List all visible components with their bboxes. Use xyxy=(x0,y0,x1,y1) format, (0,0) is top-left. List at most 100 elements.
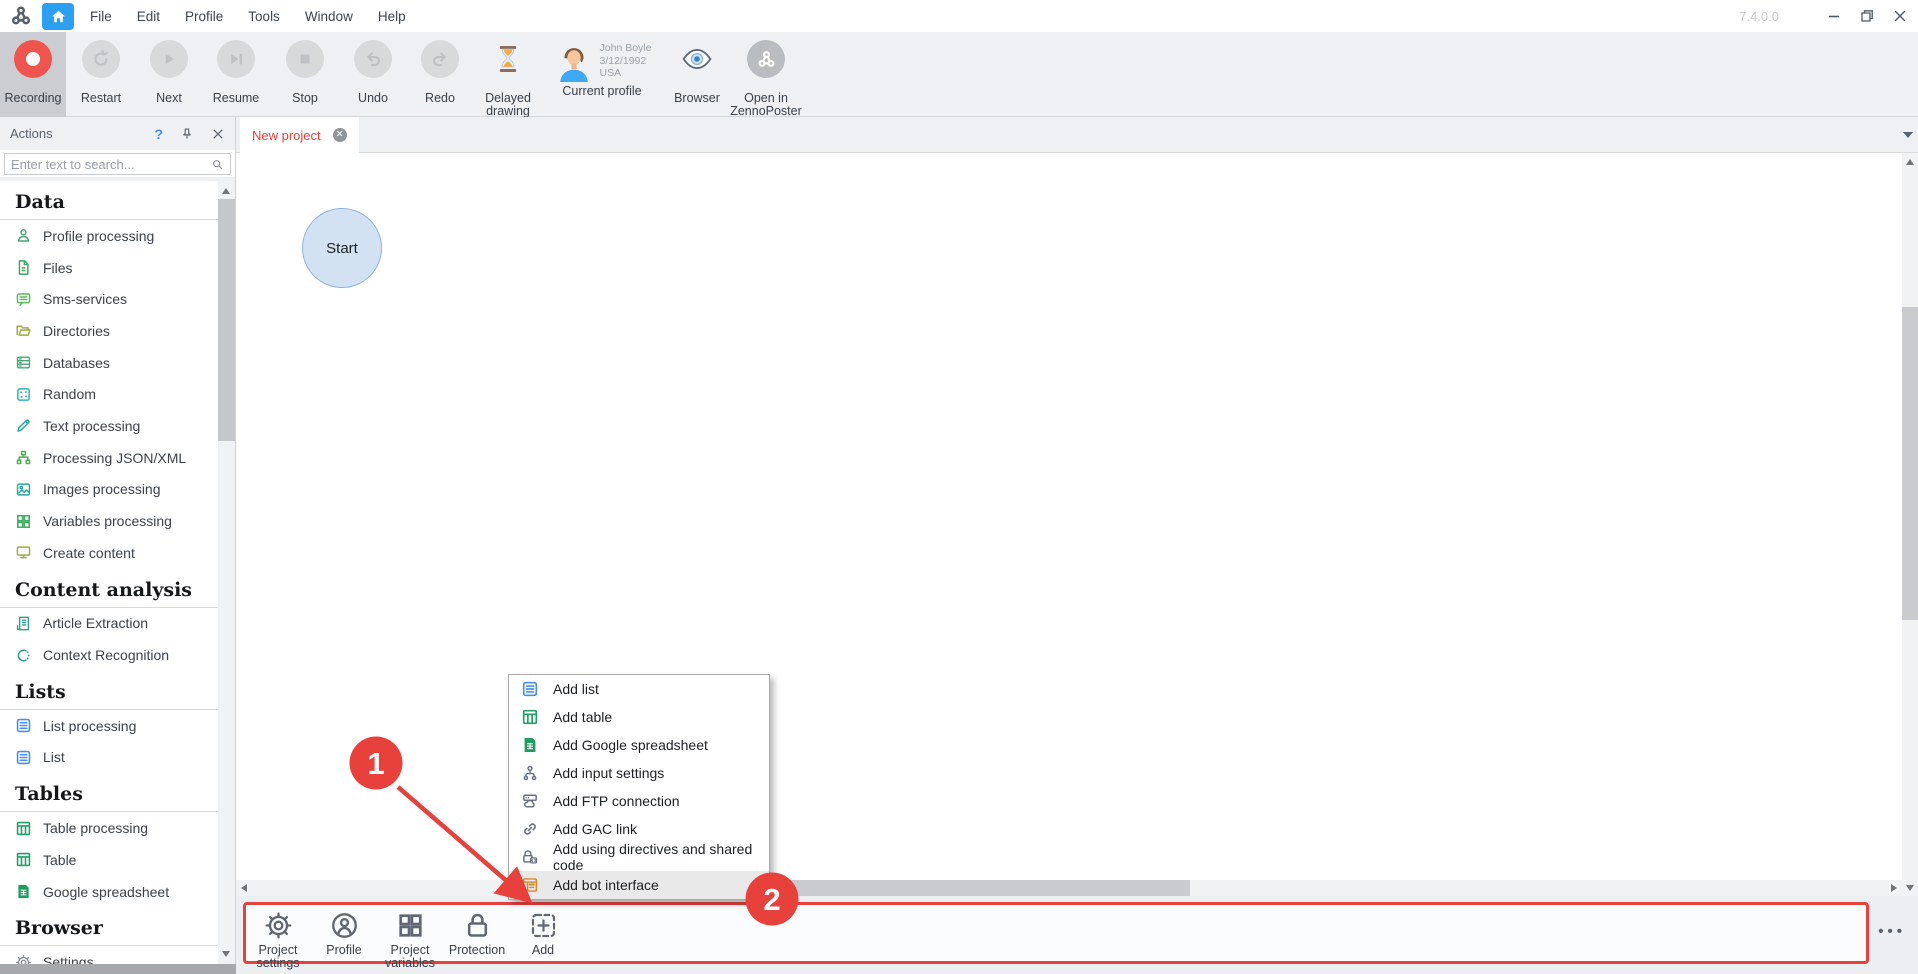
scroll-up-icon[interactable] xyxy=(222,188,230,194)
action-item-context-recognition[interactable]: Context Recognition xyxy=(0,639,218,671)
menu-window[interactable]: Window xyxy=(305,9,353,24)
help-icon[interactable]: ? xyxy=(154,126,163,142)
menu-file[interactable]: File xyxy=(90,9,112,24)
scrollbar-thumb[interactable] xyxy=(772,880,1190,896)
redo-button[interactable]: Redo xyxy=(407,32,473,117)
start-node[interactable]: Start xyxy=(302,208,382,288)
more-options-icon[interactable]: ••• xyxy=(1878,923,1906,940)
action-item-create-content[interactable]: Create content xyxy=(0,537,218,569)
bot-interface-icon xyxy=(521,876,539,894)
action-item-label: Text processing xyxy=(43,418,140,434)
horizontal-scrollbar[interactable] xyxy=(236,880,1902,896)
list-icon xyxy=(15,717,32,734)
link-icon xyxy=(521,820,539,838)
button-label: Undo xyxy=(358,92,388,105)
image-icon xyxy=(15,481,32,498)
minimize-button[interactable] xyxy=(1826,8,1842,24)
open-in-zennoposter-button[interactable]: Open in ZennoPoster xyxy=(730,32,802,117)
menu-item-add-using-directives[interactable]: Add using directives and shared code xyxy=(509,843,769,871)
delayed-drawing-button[interactable]: Delayed drawing xyxy=(474,32,542,117)
action-item-label: Google spreadsheet xyxy=(43,884,169,900)
action-item-directories[interactable]: Directories xyxy=(0,315,218,347)
minimize-icon xyxy=(1826,8,1842,24)
action-item-list-processing[interactable]: List processing xyxy=(0,710,218,742)
profile-dob: 3/12/1992 xyxy=(600,55,652,68)
recording-button[interactable]: Recording xyxy=(0,32,66,117)
scroll-up-icon[interactable] xyxy=(1906,159,1914,165)
close-panel-icon[interactable] xyxy=(211,127,225,141)
action-item-sms-services[interactable]: Sms-services xyxy=(0,283,218,315)
undo-button[interactable]: Undo xyxy=(340,32,406,117)
action-item-processing-json-xml[interactable]: Processing JSON/XML xyxy=(0,442,218,474)
add-button[interactable]: Add xyxy=(501,911,585,957)
menu-item-add-bot-interface[interactable]: Add bot interface xyxy=(509,871,769,899)
tab-close-icon[interactable]: ✕ xyxy=(333,128,347,142)
next-button[interactable]: Next xyxy=(136,32,202,117)
tab-list-caret-icon[interactable] xyxy=(1903,132,1913,138)
action-item-label: Create content xyxy=(43,545,135,561)
menu-tools[interactable]: Tools xyxy=(248,9,280,24)
scroll-down-icon[interactable] xyxy=(1906,885,1914,891)
action-item-random[interactable]: Random xyxy=(0,378,218,410)
vertical-scrollbar[interactable] xyxy=(1902,153,1918,896)
close-icon xyxy=(1892,8,1908,24)
zennoposter-icon xyxy=(747,40,785,78)
scrollbar-thumb[interactable] xyxy=(1902,307,1918,620)
maximize-button[interactable] xyxy=(1859,8,1875,24)
database-icon xyxy=(15,354,32,371)
action-item-list[interactable]: List xyxy=(0,742,218,774)
button-label: Profile xyxy=(326,944,361,957)
menu-item-add-google-spreadsheet[interactable]: Add Google spreadsheet xyxy=(509,731,769,759)
tab-new-project[interactable]: New project ✕ xyxy=(240,117,359,153)
action-item-google-spreadsheet[interactable]: Google spreadsheet xyxy=(0,876,218,908)
panel-scrollbar[interactable] xyxy=(218,181,235,964)
action-item-label: Profile processing xyxy=(43,228,154,244)
profile-info: John Boyle 3/12/1992 USA xyxy=(600,40,652,80)
profile-country: USA xyxy=(600,67,652,80)
menu-item-label: Add input settings xyxy=(553,765,664,781)
button-label: Resume xyxy=(213,92,260,105)
input-tree-icon xyxy=(521,764,539,782)
close-button[interactable] xyxy=(1892,8,1908,24)
menu-profile[interactable]: Profile xyxy=(185,9,223,24)
section-header-data: Data xyxy=(0,181,218,220)
action-item-label: Table xyxy=(43,852,76,868)
scroll-right-icon[interactable] xyxy=(1891,884,1897,892)
stop-button[interactable]: Stop xyxy=(272,32,338,117)
menu-item-add-gac-link[interactable]: Add GAC link xyxy=(509,815,769,843)
button-label: Browser xyxy=(674,92,720,105)
menu-item-add-input-settings[interactable]: Add input settings xyxy=(509,759,769,787)
menu-item-add-ftp-connection[interactable]: Add FTP connection xyxy=(509,787,769,815)
action-item-variables-processing[interactable]: Variables processing xyxy=(0,505,218,537)
pin-icon[interactable] xyxy=(180,127,194,141)
action-item-images-processing[interactable]: Images processing xyxy=(0,474,218,506)
action-item-article-extraction[interactable]: Article Extraction xyxy=(0,608,218,640)
action-item-label: List xyxy=(43,749,65,765)
scroll-down-icon[interactable] xyxy=(222,951,230,957)
menu-item-add-table[interactable]: Add table xyxy=(509,703,769,731)
action-item-profile-processing[interactable]: Profile processing xyxy=(0,220,218,252)
hourglass-icon xyxy=(489,40,527,78)
action-item-settings[interactable]: Settings xyxy=(0,946,218,964)
folder-icon xyxy=(15,322,32,339)
tab-label: New project xyxy=(252,128,321,143)
search-input[interactable] xyxy=(11,157,211,172)
menu-item-add-list[interactable]: Add list xyxy=(509,675,769,703)
action-item-table-processing[interactable]: Table processing xyxy=(0,812,218,844)
menu-help[interactable]: Help xyxy=(378,9,406,24)
resume-button[interactable]: Resume xyxy=(202,32,270,117)
action-item-databases[interactable]: Databases xyxy=(0,347,218,379)
scrollbar-thumb[interactable] xyxy=(218,199,235,441)
menu-edit[interactable]: Edit xyxy=(137,9,160,24)
menu-item-label: Add FTP connection xyxy=(553,793,680,809)
section-header-lists: Lists xyxy=(0,671,218,710)
current-profile-button[interactable]: John Boyle 3/12/1992 USA Current profile xyxy=(540,32,664,117)
browser-button[interactable]: Browser xyxy=(664,32,730,117)
action-item-files[interactable]: Files xyxy=(0,252,218,284)
action-item-text-processing[interactable]: Text processing xyxy=(0,410,218,442)
home-button[interactable] xyxy=(42,3,74,30)
scroll-left-icon[interactable] xyxy=(241,884,247,892)
restart-button[interactable]: Restart xyxy=(68,32,134,117)
ftp-server-icon xyxy=(521,792,539,810)
action-item-table[interactable]: Table xyxy=(0,844,218,876)
